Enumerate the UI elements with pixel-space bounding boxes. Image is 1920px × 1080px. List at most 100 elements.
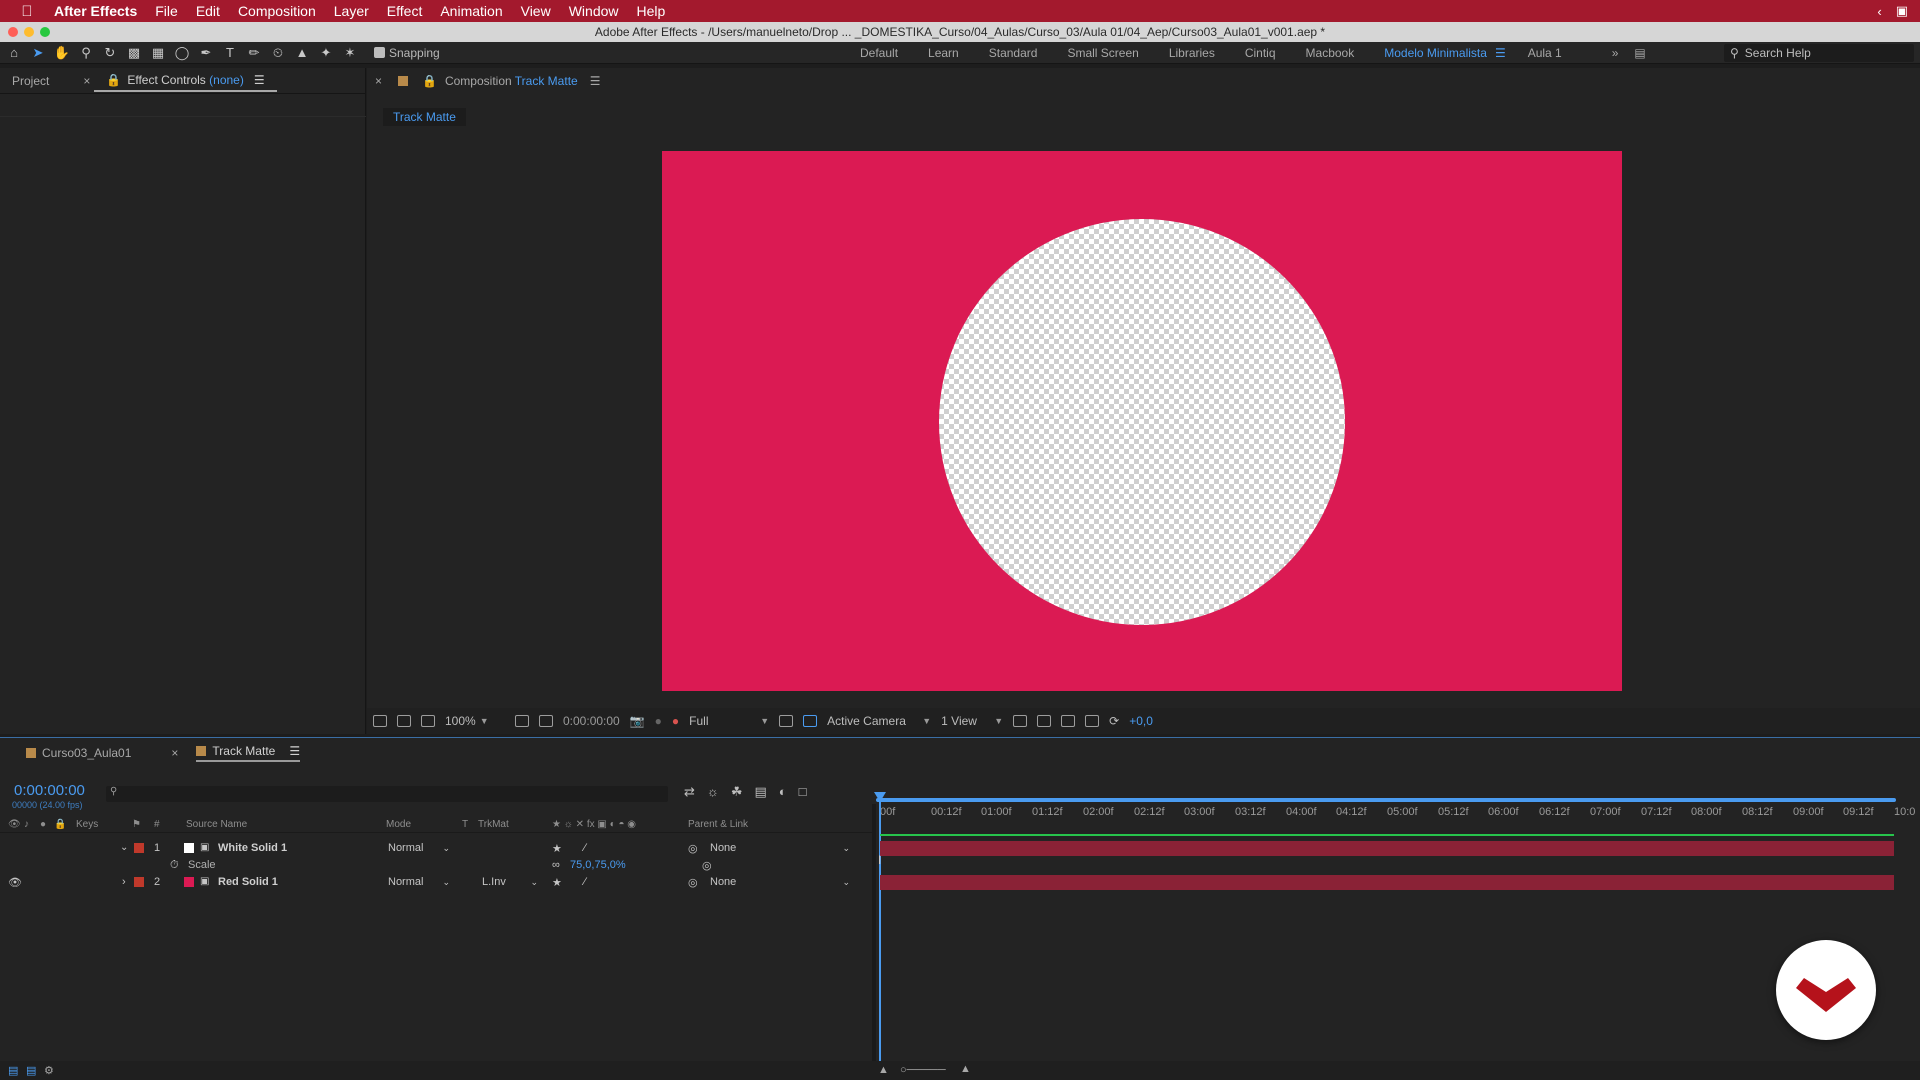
flowchart-icon[interactable] [1085,715,1100,727]
eraser-tool-icon[interactable]: ▲ [292,44,312,62]
property-row-scale[interactable]: ⏱ Scale ∞ 75,0,75,0% ◎ [0,857,872,874]
menu-view[interactable]: View [521,3,551,19]
tab-project[interactable]: Project [0,74,61,88]
parent-dropdown[interactable]: None ⌄ [710,842,850,854]
layer-2-duration-bar[interactable] [880,875,1894,890]
exposure-icon[interactable]: ⟳ [1109,714,1119,728]
menu-animation[interactable]: Animation [440,3,502,19]
menu-edit[interactable]: Edit [196,3,220,19]
rotate-tool-icon[interactable]: ↻ [100,44,120,62]
viewer-timecode[interactable]: 0:00:00:00 [563,714,620,728]
close-tab-icon[interactable]: × [171,746,178,760]
zoom-dropdown[interactable]: 100% ▼ [445,714,505,728]
app-menu[interactable]: After Effects [54,3,137,19]
current-time[interactable]: 0:00:00:00 [14,782,85,799]
workspace-small-screen[interactable]: Small Screen [1067,46,1138,60]
pan-behind-tool-icon[interactable]: ▦ [148,44,168,62]
screen-record-icon[interactable]: ▣ [1896,3,1908,19]
eye-icon[interactable]: 👁 [8,876,22,889]
puppet-tool-icon[interactable]: ✶ [340,44,360,62]
workspace-libraries[interactable]: Libraries [1169,46,1215,60]
workspace-cintiq[interactable]: Cintiq [1245,46,1276,60]
selection-tool-icon[interactable]: ➤ [28,44,48,62]
toggle-switches-icon[interactable]: ▤ [8,1064,18,1077]
home-icon[interactable]: ⌂ [4,44,24,62]
layer-row-2[interactable]: 👁 › 2 ▣ Red Solid 1 Normal ⌄ L.Inv ⌄ ★ ∕… [0,874,872,891]
always-preview-icon[interactable] [373,715,387,727]
workspace-learn[interactable]: Learn [928,46,959,60]
zoom-out-icon[interactable]: ▲ [878,1064,889,1076]
parent-dropdown[interactable]: None ⌄ [710,876,850,888]
menu-file[interactable]: File [155,3,178,19]
timeline-tab-track-matte[interactable]: Track Matte ☰ [196,744,301,762]
snapping-checkbox[interactable] [374,47,385,58]
render-time-icon[interactable]: ⚙ [44,1064,54,1077]
workspace-editor-icon[interactable]: ▤ [1634,46,1645,60]
collapse-chevron-icon[interactable]: ⌄ [120,842,128,853]
composition-viewer[interactable] [367,132,1920,708]
workspace-aula-1[interactable]: Aula 1 [1528,46,1562,60]
monitor-icon[interactable] [397,715,411,727]
menu-window[interactable]: Window [569,3,619,19]
close-window-icon[interactable] [8,27,18,37]
color-channels-icon[interactable]: ● [672,714,679,728]
panel-menu-icon[interactable]: ☰ [254,73,265,87]
workspace-macbook[interactable]: Macbook [1306,46,1355,60]
chevron-left-icon[interactable]: ‹ [1877,4,1881,19]
hand-tool-icon[interactable]: ✋ [52,44,72,62]
workspace-default[interactable]: Default [860,46,898,60]
vr-icon[interactable] [421,715,435,727]
brush-tool-icon[interactable]: ✏ [244,44,264,62]
clone-stamp-tool-icon[interactable]: ⏲ [268,44,288,62]
composition-breadcrumb[interactable]: Track Matte [383,108,466,126]
expand-chevron-icon[interactable]: › [122,876,126,888]
snapping-toggle[interactable]: Snapping [374,46,440,60]
view-layout-dropdown[interactable]: 1 View ▼ [941,714,1003,728]
region-of-interest-icon[interactable] [779,715,794,727]
quality-switch-icon[interactable]: ∕ [584,876,586,888]
camera-tool-icon[interactable]: ▩ [124,44,144,62]
stopwatch-icon[interactable]: ⏱ [170,859,179,872]
workspace-menu-icon[interactable]: ☰ [1495,46,1506,60]
toggle-pixel-aspect-icon[interactable] [1013,715,1028,727]
timeline-icon[interactable] [1061,715,1076,727]
roto-brush-tool-icon[interactable]: ✦ [316,44,336,62]
time-ruler[interactable]: 00f 00:12f 01:00f 01:12f 02:00f 02:12f 03:00f 0… [876,778,1915,822]
composition-mini-flowchart-icon[interactable]: ⇄ [684,784,695,800]
timeline-divider[interactable] [872,804,876,1080]
zoom-window-icon[interactable] [40,27,50,37]
panel-menu-icon[interactable]: ☰ [289,744,300,758]
grid-icon[interactable] [539,715,553,727]
work-area-bar[interactable] [876,798,1896,802]
layer-name[interactable]: Red Solid 1 [218,876,278,888]
pickwhip-icon[interactable]: ◎ [702,859,712,872]
quality-switch-icon[interactable]: ∕ [584,842,586,854]
zoom-in-icon[interactable]: ▲ [960,1063,971,1075]
shy-switch-icon[interactable]: ★ [552,842,562,855]
type-tool-icon[interactable]: T [220,44,240,62]
apple-icon[interactable]:  [0,3,54,20]
timeline-tab-curso03[interactable]: Curso03_Aula01 [26,746,131,760]
frame-blending-icon[interactable]: ▤ [754,784,766,800]
menu-effect[interactable]: Effect [387,3,423,19]
menu-help[interactable]: Help [637,3,666,19]
resolution-dropdown[interactable]: Full ▼ [689,714,769,728]
fast-preview-icon[interactable] [1037,715,1052,727]
graph-editor-icon[interactable]: □ [799,784,807,800]
close-tab-icon[interactable]: × [61,74,94,88]
pickwhip-icon[interactable]: ◎ [688,876,698,889]
blend-mode-dropdown[interactable]: Normal ⌄ [388,842,450,854]
panel-menu-icon[interactable]: ☰ [590,74,601,88]
tab-effect-controls[interactable]: 🔒 Effect Controls (none) ☰ [94,70,277,92]
exposure-value[interactable]: +0,0 [1129,714,1153,728]
search-help-field[interactable]: ⚲ Search Help [1724,44,1914,62]
layer-1-duration-bar[interactable] [880,841,1894,856]
composition-tab[interactable]: Composition Track Matte [445,74,578,88]
layer-name[interactable]: White Solid 1 [218,842,287,854]
shy-switch-icon[interactable]: ★ [552,876,562,889]
menu-layer[interactable]: Layer [334,3,369,19]
layer-row-1[interactable]: ⌄ 1 ▣ White Solid 1 Normal ⌄ ★ ∕ ◎ None … [0,840,872,857]
transparency-grid-icon[interactable] [803,715,818,727]
more-workspaces-icon[interactable]: » [1612,46,1619,60]
draft-3d-icon[interactable]: ☼ [707,784,719,800]
